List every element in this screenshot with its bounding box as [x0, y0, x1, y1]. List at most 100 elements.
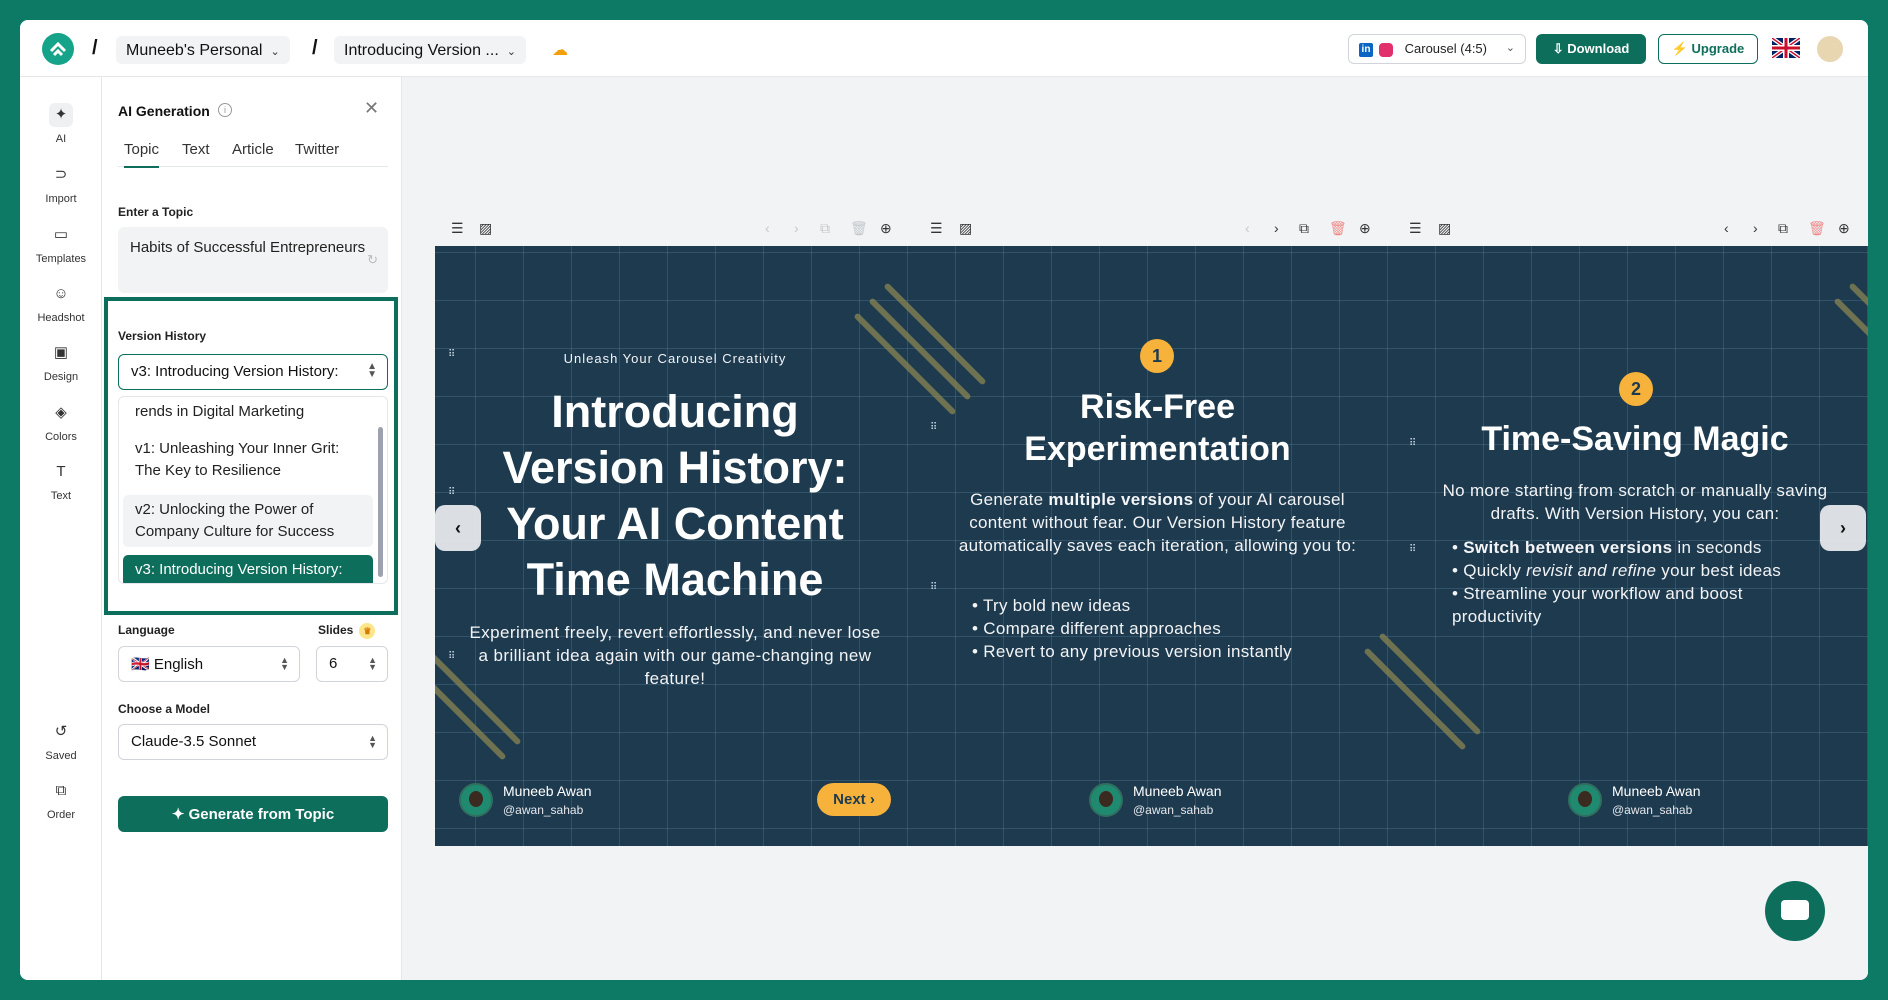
chevron-down-icon: ⌄ [270, 46, 280, 58]
language-select[interactable]: 🇬🇧 English ▲ ▼ [118, 646, 300, 682]
stepper-arrows-icon[interactable]: ▲ ▼ [368, 656, 377, 672]
chat-support-button[interactable] [1765, 881, 1825, 941]
duplicate-icon[interactable]: ⧉ [1778, 220, 1788, 237]
decor-stripe [868, 297, 972, 401]
download-button[interactable]: ⇩ Download [1536, 34, 1646, 64]
trash-icon[interactable]: 🗑 [850, 220, 868, 237]
add-image-icon[interactable]: ▨ [1438, 220, 1451, 237]
arrow-right-icon[interactable]: › [1753, 220, 1758, 236]
add-image-icon[interactable]: ▨ [479, 220, 492, 237]
slide-title[interactable]: Risk-Free Experimentation [995, 386, 1320, 470]
version-selected-value: v3: Introducing Version History: [131, 363, 339, 380]
rail-item-import[interactable]: ⊃ Import [20, 163, 102, 205]
slide-body[interactable]: No more starting from scratch or manuall… [1435, 479, 1835, 525]
duplicate-icon[interactable]: ⧉ [1299, 220, 1309, 237]
arrow-left-icon[interactable]: ‹ [1245, 220, 1250, 236]
slide-subtitle[interactable]: Experiment freely, revert effortlessly, … [465, 621, 885, 690]
slide-bullets[interactable]: Switch between versions in seconds Quick… [1452, 536, 1832, 628]
updown-icon: ▲ ▼ [367, 361, 377, 380]
user-avatar[interactable] [1815, 34, 1845, 64]
carousel-prev-button[interactable]: ‹ [435, 505, 481, 551]
generate-from-topic-button[interactable]: ✦ Generate from Topic [118, 796, 388, 832]
trash-icon[interactable]: 🗑 [1329, 220, 1347, 237]
project-dropdown[interactable]: Introducing Version ... ⌄ [334, 36, 526, 64]
refresh-icon[interactable]: ↻ [367, 249, 378, 271]
slide-title[interactable]: Introducing Version History: Your AI Con… [475, 384, 875, 608]
arrow-left-icon[interactable]: ‹ [765, 220, 770, 236]
decor-stripe [1363, 647, 1467, 751]
next-label: Next [833, 791, 866, 808]
slides-value: 6 [329, 655, 338, 672]
close-icon[interactable]: ✕ [364, 98, 379, 119]
tab-text[interactable]: Text [182, 141, 210, 158]
version-option[interactable]: v1: Unleashing Your Inner Grit: The Key … [123, 434, 373, 486]
version-option[interactable]: rends in Digital Marketing [123, 397, 373, 427]
model-label: Choose a Model [118, 702, 211, 716]
rail-item-ai[interactable]: ✦ AI [20, 103, 102, 145]
body-text: Generate [970, 490, 1049, 509]
add-slide-icon[interactable]: ⊕ [1359, 220, 1371, 237]
next-pill[interactable]: Next › [817, 783, 891, 816]
arrow-right-icon[interactable]: › [794, 220, 799, 236]
add-slide-icon[interactable]: ⊕ [880, 220, 892, 237]
version-option[interactable]: v2: Unlocking the Power of Company Cultu… [123, 495, 373, 547]
platform-selector[interactable]: in Carousel (4:5) ⌄ [1348, 34, 1526, 64]
adjust-icon[interactable]: ☰ [451, 220, 464, 237]
drag-handle-icon[interactable]: ⠿ [930, 422, 937, 433]
workspace-dropdown[interactable]: Muneeb's Personal ⌄ [116, 36, 290, 64]
tab-twitter[interactable]: Twitter [295, 141, 339, 158]
arrow-right-icon[interactable]: › [1274, 220, 1279, 236]
rail-item-templates[interactable]: ▭ Templates [20, 223, 102, 265]
slide-kicker[interactable]: Unleash Your Carousel Creativity [535, 351, 815, 366]
rail-item-colors[interactable]: ◈ Colors [20, 401, 102, 443]
rail-item-saved[interactable]: ↺ Saved [20, 720, 102, 762]
drag-handle-icon[interactable]: ⠿ [448, 487, 455, 498]
slide-bullets[interactable]: Try bold new ideas Compare different app… [972, 594, 1332, 663]
topic-input[interactable]: Habits of Successful Entrepreneurs ↻ [118, 227, 388, 293]
arrow-left-icon[interactable]: ‹ [1724, 220, 1729, 236]
adjust-icon[interactable]: ☰ [930, 220, 943, 237]
rail-item-design[interactable]: ▣ Design [20, 341, 102, 383]
info-icon[interactable]: i [218, 103, 232, 117]
breadcrumb-separator: / [92, 37, 98, 59]
tab-topic[interactable]: Topic [124, 141, 160, 168]
topic-label: Enter a Topic [118, 205, 194, 219]
upgrade-button[interactable]: ⚡ Upgrade [1658, 34, 1758, 64]
drag-handle-icon[interactable]: ⠿ [1409, 438, 1416, 449]
rail-item-order[interactable]: ⧉ Order [20, 779, 102, 821]
rail-label: Text [50, 490, 72, 502]
sparkle-icon: ✦ [49, 103, 73, 127]
slide-title[interactable]: Time-Saving Magic [1445, 418, 1825, 460]
carousel-next-button[interactable]: › [1820, 505, 1866, 551]
add-image-icon[interactable]: ▨ [959, 220, 972, 237]
slides-stepper[interactable]: 6 ▲ ▼ [316, 646, 388, 682]
trash-icon[interactable]: 🗑 [1808, 220, 1826, 237]
duplicate-icon[interactable]: ⧉ [820, 220, 830, 237]
rail-label: Order [46, 809, 76, 821]
drag-handle-icon[interactable]: ⠿ [930, 582, 937, 593]
model-select[interactable]: Claude-3.5 Sonnet ▲ ▼ [118, 724, 388, 760]
rail-item-text[interactable]: T Text [20, 460, 102, 502]
uk-flag-icon[interactable] [1772, 38, 1800, 58]
version-option-selected[interactable]: v3: Introducing Version History: Your AI… [123, 555, 373, 583]
dropdown-scrollbar[interactable] [378, 427, 383, 577]
version-history-select[interactable]: v3: Introducing Version History: ▲ ▼ [118, 354, 388, 390]
logo-icon[interactable] [42, 33, 74, 65]
rail-label: Design [43, 371, 79, 383]
drag-handle-icon[interactable]: ⠿ [448, 349, 455, 360]
generate-label: Generate from Topic [188, 806, 335, 823]
chevron-down-icon: ⌄ [1505, 42, 1515, 54]
rail-item-headshot[interactable]: ☺ Headshot [20, 282, 102, 324]
templates-icon: ▭ [53, 226, 69, 243]
bullet-text: in seconds [1672, 538, 1762, 557]
upgrade-label: Upgrade [1691, 41, 1745, 56]
rail-label: Templates [35, 253, 87, 265]
add-slide-icon[interactable]: ⊕ [1838, 220, 1850, 237]
instagram-icon [1379, 42, 1393, 57]
drag-handle-icon[interactable]: ⠿ [1409, 544, 1416, 555]
slide-body[interactable]: Generate multiple versions of your AI ca… [945, 488, 1370, 557]
tab-article[interactable]: Article [232, 141, 274, 158]
adjust-icon[interactable]: ☰ [1409, 220, 1422, 237]
drag-handle-icon[interactable]: ⠿ [448, 651, 455, 662]
design-icon: ▣ [53, 344, 69, 361]
